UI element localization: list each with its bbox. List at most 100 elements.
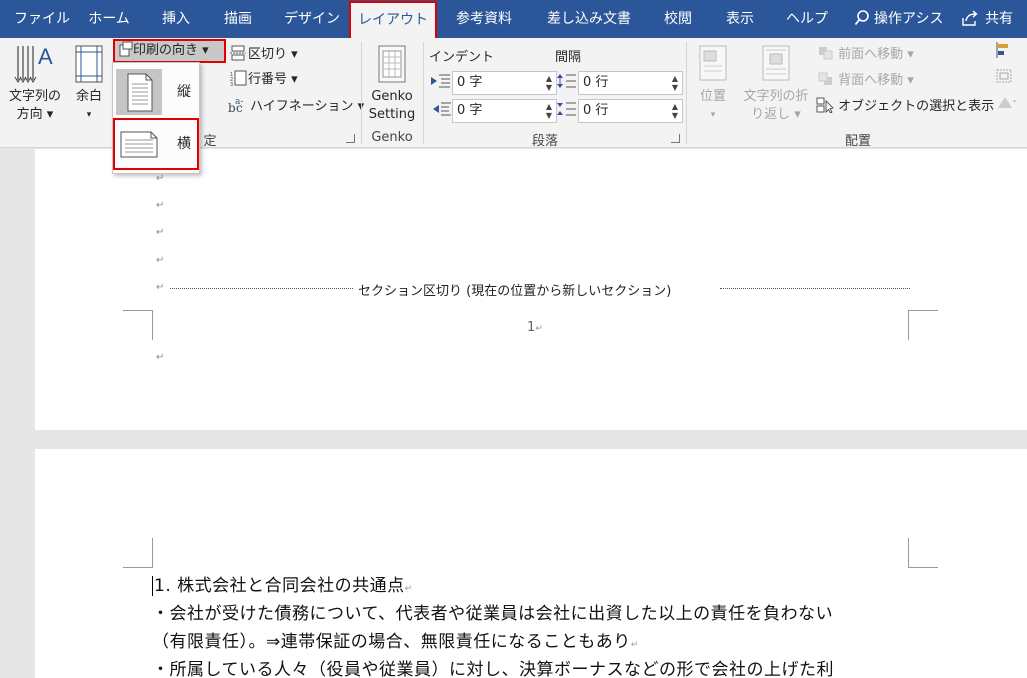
spacing-after-spinner[interactable]: 0 行 ▲ ▼	[578, 99, 683, 123]
orientation-label: 印刷の向き ▾	[133, 43, 209, 58]
section-break: セクション区切り (現在の位置から新しいセクション)	[170, 280, 910, 299]
indent-label: インデント	[429, 50, 495, 65]
orientation-portrait-item[interactable]: 縦	[113, 66, 199, 116]
align-icon[interactable]	[995, 42, 1017, 62]
genko-label-1: Genko	[371, 89, 413, 104]
line-numbers-button[interactable]: 1 2 3 行番号 ▾	[230, 68, 298, 88]
paragraph-mark: ↵	[156, 227, 165, 238]
page-number: 1↵	[527, 320, 543, 335]
page-2[interactable]: 1. 株式会社と合同会社の共通点↵ ・会社が受けた債務について、代表者や従業員は…	[35, 449, 1027, 678]
word-window: ファイル ホーム 挿入 描画 デザイン レイアウト 参考資料 差し込み文書 校閲…	[0, 0, 1027, 678]
margin-corner-mark	[123, 310, 153, 340]
tab-insert[interactable]: 挿入	[160, 0, 192, 38]
indent-right-spinner[interactable]: 0 字 ▲ ▼	[452, 99, 557, 123]
search-icon	[854, 10, 869, 26]
spacing-before-icon	[556, 72, 578, 92]
paragraph-mark: ↵	[535, 324, 543, 334]
tab-design[interactable]: デザイン	[284, 0, 340, 38]
tab-view[interactable]: 表示	[724, 0, 756, 38]
group-separator	[423, 42, 424, 144]
portrait-page-icon	[116, 69, 162, 115]
tab-references[interactable]: 参考資料	[452, 0, 516, 38]
margins-icon	[75, 45, 103, 83]
section-break-line-left	[170, 288, 353, 289]
wrap-text-button[interactable]: 文字列の折 り返し ▾	[738, 40, 814, 128]
body-line: ・所属している人々（役員や従業員）に対し、決算ボーナスなどの形で会社の上げた利	[152, 660, 834, 678]
spin-arrows-icon[interactable]: ▲ ▼	[672, 74, 678, 92]
rotate-icon[interactable]	[995, 94, 1017, 114]
section-break-label: セクション区切り (現在の位置から新しいセクション)	[358, 284, 672, 299]
selection-pane-button[interactable]: オブジェクトの選択と表示	[816, 95, 994, 114]
spin-arrows-icon[interactable]: ▲ ▼	[546, 102, 552, 120]
body-line-text: （有限責任）。⇒連帯保証の場合、無限責任になることもあり	[152, 632, 631, 652]
spacing-before-spinner[interactable]: 0 行 ▲ ▼	[578, 71, 683, 95]
indent-right-value: 0 字	[457, 103, 483, 118]
svg-text:a-: a-	[235, 97, 243, 107]
selection-pane-label: オブジェクトの選択と表示	[838, 99, 995, 114]
document-area[interactable]: ↵ ↵ ↵ ↵ ↵ セクション区切り (現在の位置から新しいセクション) 1↵ …	[0, 149, 1027, 678]
tab-file[interactable]: ファイル	[14, 0, 70, 38]
orientation-button[interactable]: 印刷の向き ▾	[113, 39, 226, 63]
text-direction-button[interactable]: A 文字列の 方向 ▾	[4, 40, 66, 128]
breaks-label: 区切り ▾	[248, 47, 298, 62]
paragraph-launcher[interactable]	[671, 134, 680, 143]
margins-button[interactable]: 余白 ▾	[70, 40, 108, 128]
page-setup-group-label: 定	[203, 134, 217, 149]
spin-arrows-icon[interactable]: ▲ ▼	[546, 74, 552, 92]
genko-label-2: Setting	[368, 107, 416, 122]
wrap-text-label-2: り返し ▾	[751, 107, 801, 122]
spacing-after-icon	[556, 100, 578, 120]
genko-group-label: Genko	[371, 130, 413, 145]
svg-text:3: 3	[230, 82, 233, 86]
paragraph-group-label: 段落	[531, 134, 558, 149]
margins-arrow: ▾	[86, 110, 92, 120]
orientation-landscape-item[interactable]: 横	[113, 118, 199, 170]
indent-left-spinner[interactable]: 0 字 ▲ ▼	[452, 71, 557, 95]
tab-help[interactable]: ヘルプ	[786, 0, 828, 38]
hyphenation-label: ハイフネーション ▾	[250, 99, 365, 114]
hyphenation-icon: b c a-	[228, 97, 243, 115]
send-backward-button[interactable]: 背面へ移動 ▾	[818, 69, 914, 88]
paragraph-mark: ↵	[156, 282, 165, 293]
breaks-icon	[230, 45, 246, 61]
tab-review[interactable]: 校閲	[662, 0, 694, 38]
bring-forward-button[interactable]: 前面へ移動 ▾	[818, 43, 914, 62]
spacing-after-value: 0 行	[583, 103, 609, 118]
tab-layout[interactable]: レイアウト	[349, 1, 437, 38]
selection-pane-icon	[816, 97, 834, 114]
paragraph-mark: ↵	[630, 640, 639, 650]
wrap-text-icon	[762, 45, 790, 81]
breaks-button[interactable]: 区切り ▾	[230, 43, 298, 62]
tell-me-box[interactable]: 操作アシス	[854, 0, 943, 38]
group-separator	[361, 42, 362, 144]
position-icon	[699, 45, 727, 81]
genko-setting-button[interactable]: Genko Setting	[364, 40, 420, 128]
group-objects-icon[interactable]	[995, 68, 1017, 88]
arrange-group-label: 配置	[844, 134, 871, 149]
text-direction-label-1: 文字列の	[8, 89, 61, 104]
spacing-before-value: 0 行	[583, 75, 609, 90]
tab-draw[interactable]: 描画	[222, 0, 254, 38]
orientation-menu: 縦 横	[112, 62, 200, 174]
paragraph-mark: ↵	[156, 200, 165, 211]
heading-text: 1. 株式会社と合同会社の共通点	[154, 576, 405, 596]
page-setup-launcher[interactable]	[346, 134, 355, 143]
position-button[interactable]: 位置 ▾	[692, 40, 734, 128]
position-label: 位置	[699, 89, 726, 104]
heading-line: 1. 株式会社と合同会社の共通点↵	[152, 571, 413, 596]
section-break-line-right	[720, 288, 910, 289]
text-direction-icon: A	[14, 44, 53, 83]
genko-icon	[378, 45, 406, 83]
margins-label: 余白	[75, 89, 102, 104]
share-button[interactable]: 共有	[961, 0, 1013, 38]
group-separator	[686, 42, 687, 144]
page-1[interactable]: ↵ ↵ ↵ ↵ ↵ セクション区切り (現在の位置から新しいセクション) 1↵ …	[35, 149, 1027, 430]
spin-arrows-icon[interactable]: ▲ ▼	[672, 102, 678, 120]
wrap-text-label-1: 文字列の折	[743, 89, 809, 104]
tab-home[interactable]: ホーム	[88, 0, 130, 38]
paragraph-mark: ↵	[156, 173, 165, 184]
paragraph-mark: ↵	[156, 352, 165, 363]
margin-corner-mark	[908, 538, 938, 568]
hyphenation-button[interactable]: b c a- ハイフネーション ▾	[228, 95, 365, 115]
tab-mailings[interactable]: 差し込み文書	[545, 0, 633, 38]
